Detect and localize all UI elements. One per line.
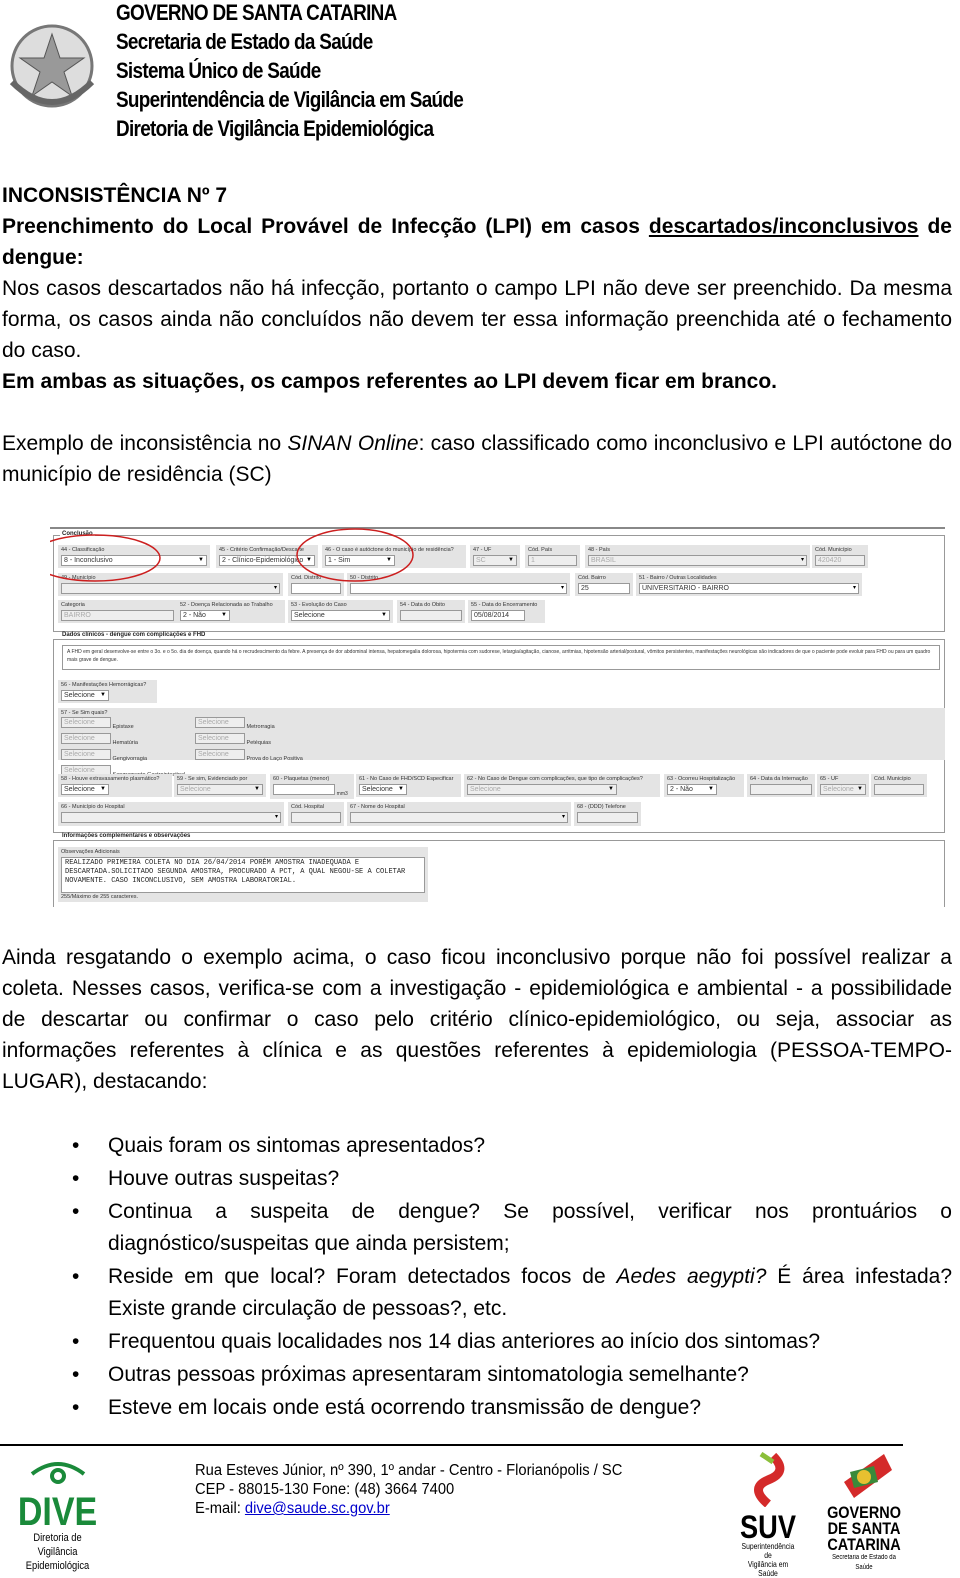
section-title: INCONSISTÊNCIA Nº 7 <box>2 184 228 207</box>
list-item: Continua a suspeita de dengue? Se possív… <box>0 1196 952 1260</box>
subtitle-text: Preenchimento do Local Provável de Infec… <box>2 215 649 238</box>
footer-divider <box>0 1444 903 1446</box>
list-item: Reside em que local? Foram detectados fo… <box>0 1261 952 1325</box>
question-list: Quais foram os sintomas apresentados? Ho… <box>0 1130 952 1425</box>
example-paragraph: Exemplo de inconsistência no SINAN Onlin… <box>2 428 952 490</box>
example-text: Exemplo de inconsistência no <box>2 432 288 455</box>
highlight-ellipse-autoctone <box>296 528 414 582</box>
footer-address: Rua Esteves Júnior, nº 390, 1º andar - C… <box>195 1462 623 1479</box>
list-item-text: Reside em que local? Foram detectados fo… <box>108 1265 617 1288</box>
email-link[interactable]: dive@saude.sc.gov.br <box>245 1500 390 1517</box>
suv-swoosh-icon <box>754 1451 785 1508</box>
sc-flag-icon <box>844 1454 892 1498</box>
header-line-5: Diretoria de Vigilância Epidemiológica <box>116 116 434 141</box>
header-line-3: Sistema Único de Saúde <box>116 58 321 83</box>
section-subtitle: Preenchimento do Local Provável de Infec… <box>2 211 952 273</box>
header-line-2: Secretaria de Estado da Saúde <box>116 29 373 54</box>
list-item-italic: Aedes aegypti? <box>616 1265 767 1288</box>
paragraph-1-bold: Em ambas as situações, os campos referen… <box>2 370 778 393</box>
eye-icon <box>30 1462 85 1484</box>
example-italic: SINAN Online <box>287 432 419 455</box>
footer-cep-phone: CEP - 88015-130 Fone: (48) 3664 7400 <box>195 1481 455 1498</box>
list-item: Esteve em locais onde está ocorrendo tra… <box>0 1392 952 1424</box>
header-line-4: Superintendência de Vigilância em Saúde <box>116 87 464 112</box>
dive-logo: DIVE Diretoria de Vigilância Epidemiológ… <box>5 1458 110 1573</box>
governo-sc-logo: GOVERNO DE SANTA CATARINA Secretaria de … <box>818 1452 910 1573</box>
highlight-ellipse-classificacao <box>50 534 161 582</box>
highlight-annotations <box>50 528 414 582</box>
header-line-1: GOVERNO DE SANTA CATARINA <box>116 0 397 25</box>
inconsistency-section: INCONSISTÊNCIA Nº 7 Preenchimento do Loc… <box>2 180 952 490</box>
paragraph-2: Ainda resgatando o exemplo acima, o caso… <box>2 946 952 1093</box>
list-item: Frequentou quais localidades nos 14 dias… <box>0 1326 952 1358</box>
sinan-form-screenshot: Conclusão 44 - Classificação 8 - Inconclu… <box>50 525 945 907</box>
list-item: Outras pessoas próximas apresentaram sin… <box>0 1359 952 1391</box>
list-item: Quais foram os sintomas apresentados? <box>0 1130 952 1162</box>
list-item: Houve outras suspeitas? <box>0 1163 952 1195</box>
paragraph-1: Nos casos descartados não há infecção, p… <box>2 277 952 362</box>
suv-logo: SUV Superintendência de Vigilância em Sa… <box>733 1451 803 1578</box>
footer-contact: Rua Esteves Júnior, nº 390, 1º andar - C… <box>195 1461 622 1518</box>
subtitle-underlined: descartados/inconclusivos <box>648 215 919 238</box>
state-seal-logo <box>4 12 100 120</box>
email-label: E-mail: <box>195 1500 245 1517</box>
footer-email-line: E-mail: dive@saude.sc.gov.br <box>195 1499 622 1518</box>
